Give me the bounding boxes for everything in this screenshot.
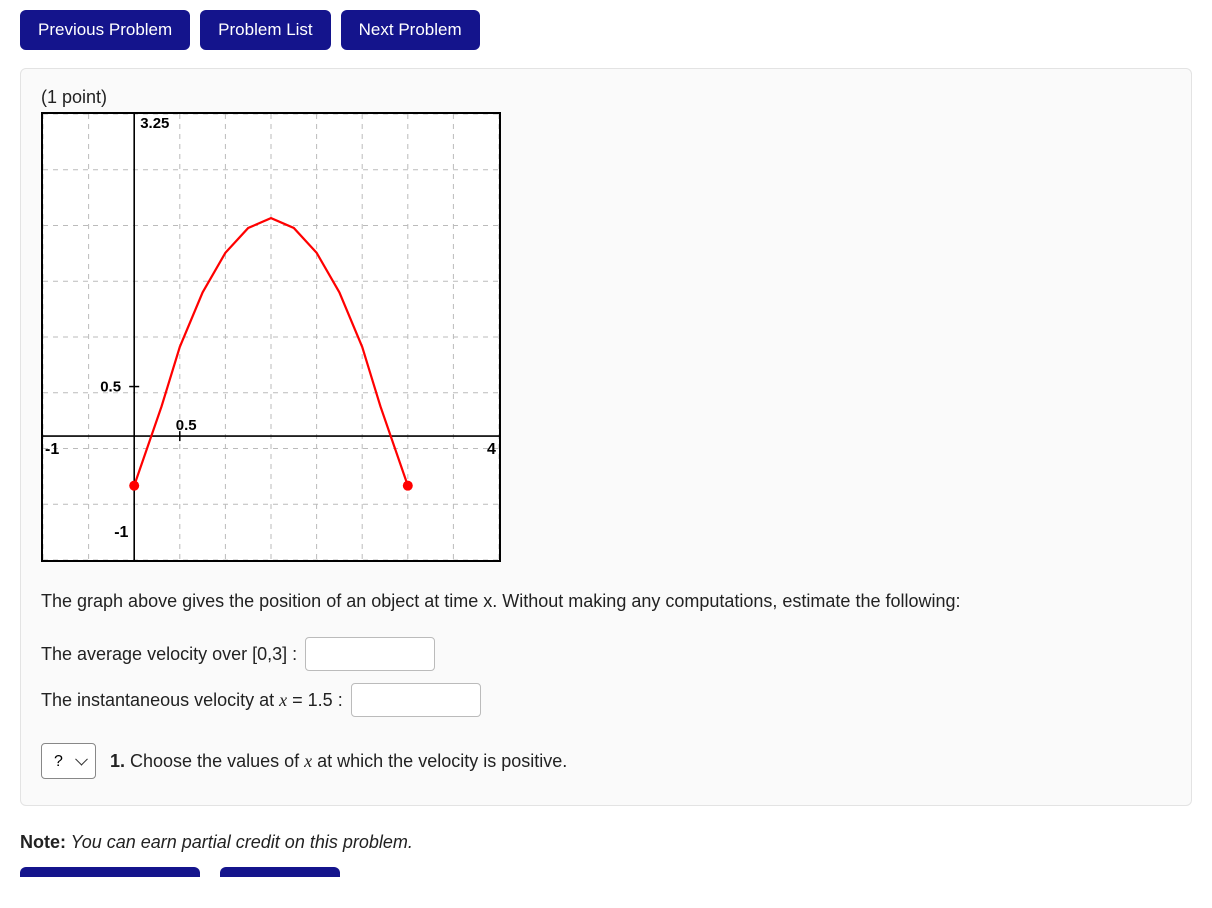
svg-text:4: 4 (487, 441, 496, 458)
q2-prefix: The instantaneous velocity at (41, 690, 279, 710)
submit-button-stub[interactable] (20, 867, 200, 877)
dropdown-prompt-a: Choose the values of (125, 751, 304, 771)
velocity-sign-select[interactable]: ? (41, 743, 96, 779)
problem-prompt: The graph above gives the position of an… (41, 588, 1171, 615)
svg-text:0.5: 0.5 (100, 379, 121, 396)
problem-list-button[interactable]: Problem List (200, 10, 330, 50)
q1-label: The average velocity over [0,3] : (41, 644, 297, 665)
dropdown-prompt-var: x (304, 751, 312, 771)
instantaneous-velocity-input[interactable] (351, 683, 481, 717)
position-graph: 3.25 0.5 0.5 -1 -1 4 (41, 112, 501, 562)
dropdown-prompt-num: 1. (110, 751, 125, 771)
note-text: You can earn partial credit on this prob… (66, 832, 413, 852)
bottom-button-row (20, 867, 1192, 877)
q2-eq: = (287, 690, 308, 710)
dropdown-prompt-b: at which the velocity is positive. (312, 751, 567, 771)
dropdown-wrap: ? (41, 743, 96, 779)
q2-var: x (279, 690, 287, 710)
q2-val: 1.5 (308, 690, 333, 710)
svg-text:0.5: 0.5 (176, 417, 197, 434)
question-instantaneous-velocity: The instantaneous velocity at x = 1.5 : (41, 683, 1171, 717)
svg-text:-1: -1 (114, 524, 128, 541)
next-problem-button[interactable]: Next Problem (341, 10, 480, 50)
partial-credit-note: Note: You can earn partial credit on thi… (20, 832, 1192, 853)
dropdown-question-row: ? 1. Choose the values of x at which the… (41, 743, 1171, 779)
svg-text:-1: -1 (45, 441, 59, 458)
points-label: (1 point) (41, 87, 1171, 108)
dropdown-prompt: 1. Choose the values of x at which the v… (110, 751, 567, 772)
note-label: Note: (20, 832, 66, 852)
nav-buttons: Previous Problem Problem List Next Probl… (20, 10, 1192, 50)
preview-button-stub[interactable] (220, 867, 340, 877)
average-velocity-input[interactable] (305, 637, 435, 671)
q2-colon: : (333, 690, 343, 710)
question-average-velocity: The average velocity over [0,3] : (41, 637, 1171, 671)
q2-label: The instantaneous velocity at x = 1.5 : (41, 690, 343, 711)
previous-problem-button[interactable]: Previous Problem (20, 10, 190, 50)
problem-container: (1 point) 3.25 0.5 0.5 -1 -1 4 The graph abov… (20, 68, 1192, 806)
svg-text:3.25: 3.25 (140, 115, 169, 132)
